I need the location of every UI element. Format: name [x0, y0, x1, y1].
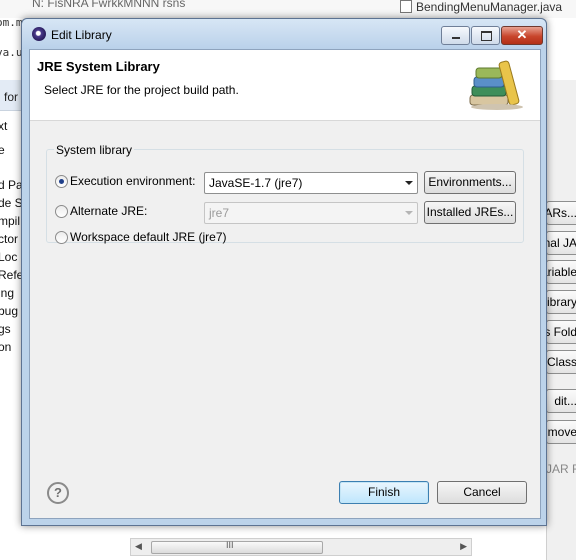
properties-tree-item[interactable]: Loc — [0, 250, 17, 264]
properties-title-fragment: for — [4, 90, 19, 104]
remove-button[interactable]: move — [546, 420, 576, 444]
execution-environment-select[interactable]: JavaSE-1.7 (jre7) — [204, 172, 418, 194]
workspace-default-jre-radio[interactable] — [55, 231, 68, 244]
properties-tree-item[interactable]: on — [0, 340, 11, 354]
edit-library-dialog: Edit Library ✕ JRE System Library Select… — [21, 18, 547, 526]
dialog-content: JRE System Library Select JRE for the pr… — [29, 49, 541, 519]
dialog-title: Edit Library — [51, 28, 112, 42]
editor-code-line: om.m — [0, 16, 23, 29]
migrate-jar-text: JAR F — [546, 462, 576, 476]
close-icon: ✕ — [516, 27, 528, 42]
chevron-down-icon — [405, 211, 413, 215]
properties-filter-text[interactable]: xt — [0, 119, 7, 133]
add-class-folder-button[interactable]: ss Fold — [546, 320, 576, 344]
execution-environment-label[interactable]: Execution environment: — [70, 174, 195, 188]
header-title: JRE System Library — [37, 59, 160, 74]
alternate-jre-select: jre7 — [204, 202, 418, 224]
scrollbar-thumb[interactable]: III — [151, 540, 323, 554]
scrollbar-grip: III — [226, 540, 234, 550]
dialog-titlebar[interactable]: Edit Library ✕ — [22, 19, 546, 49]
background-top-text: N: FisNRA FwrkkMNNN rsns — [32, 0, 186, 10]
library-books-icon — [469, 60, 523, 110]
editor-tab[interactable]: BendingMenuManager.java — [400, 0, 562, 14]
workspace-default-jre-label[interactable]: Workspace default JRE (jre7) — [70, 230, 227, 244]
properties-tree-item[interactable]: gs — [0, 322, 11, 336]
properties-tree-item[interactable]: Refe — [0, 268, 23, 282]
add-jars-button[interactable]: JARs... — [546, 201, 576, 225]
scroll-left-arrow-icon[interactable]: ◀ — [135, 541, 142, 552]
system-library-group — [46, 149, 524, 243]
alternate-jre-label[interactable]: Alternate JRE: — [70, 204, 147, 218]
alternate-jre-radio[interactable] — [55, 205, 68, 218]
help-icon[interactable]: ? — [47, 482, 69, 504]
editor-code-line: va.u — [0, 46, 23, 59]
finish-button[interactable]: Finish — [339, 481, 429, 504]
add-external-jars-button[interactable]: rnal JA — [546, 231, 576, 255]
properties-tree-item[interactable]: bug — [0, 304, 18, 318]
header-description: Select JRE for the project build path. — [44, 83, 239, 97]
horizontal-scrollbar[interactable]: ◀ III ▶ — [130, 538, 472, 556]
minimize-button[interactable] — [441, 26, 470, 45]
add-library-button[interactable]: ibrary — [546, 290, 576, 314]
close-button[interactable]: ✕ — [501, 26, 543, 45]
add-class-folder-label: ss Fold — [547, 325, 576, 339]
add-external-class-folder-button[interactable]: Class — [546, 350, 576, 374]
editor-tab-label: BendingMenuManager.java — [416, 0, 563, 14]
eclipse-icon — [32, 27, 46, 41]
add-variable-label: ariable — [547, 265, 576, 279]
add-external-jars-label: rnal JA — [547, 236, 576, 250]
edit-button[interactable]: dit... — [546, 389, 576, 413]
scroll-right-arrow-icon[interactable]: ▶ — [460, 541, 467, 552]
add-variable-button[interactable]: ariable — [546, 260, 576, 284]
add-external-class-folder-label: Class — [546, 355, 576, 369]
alternate-jre-value: jre7 — [209, 206, 230, 220]
maximize-icon — [481, 31, 492, 41]
properties-tree-item[interactable]: ing — [0, 286, 14, 300]
minimize-icon — [452, 37, 460, 39]
remove-label: move — [547, 425, 576, 439]
properties-tree-item[interactable]: ctor — [0, 232, 18, 246]
execution-environment-radio[interactable] — [55, 175, 68, 188]
wizard-header: JRE System Library Select JRE for the pr… — [30, 50, 540, 121]
edit-label: dit... — [554, 394, 576, 408]
chevron-down-icon — [405, 181, 413, 185]
execution-environment-value: JavaSE-1.7 (jre7) — [209, 176, 303, 190]
properties-tree-item[interactable]: e — [0, 143, 5, 157]
installed-jres-button[interactable]: Installed JREs... — [424, 201, 516, 224]
maximize-button[interactable] — [471, 26, 500, 45]
system-library-group-label: System library — [54, 143, 135, 157]
cancel-button[interactable]: Cancel — [437, 481, 527, 504]
background-top-strip: N: FisNRA FwrkkMNNN rsns BendingMenuMana… — [0, 0, 576, 18]
add-library-label: ibrary — [546, 295, 576, 309]
properties-tree-item[interactable]: d Pa — [0, 178, 23, 192]
java-file-icon — [400, 0, 412, 13]
properties-tree-item[interactable]: mpil — [0, 214, 20, 228]
environments-button[interactable]: Environments... — [424, 171, 516, 194]
add-jars-label: JARs... — [547, 206, 576, 220]
